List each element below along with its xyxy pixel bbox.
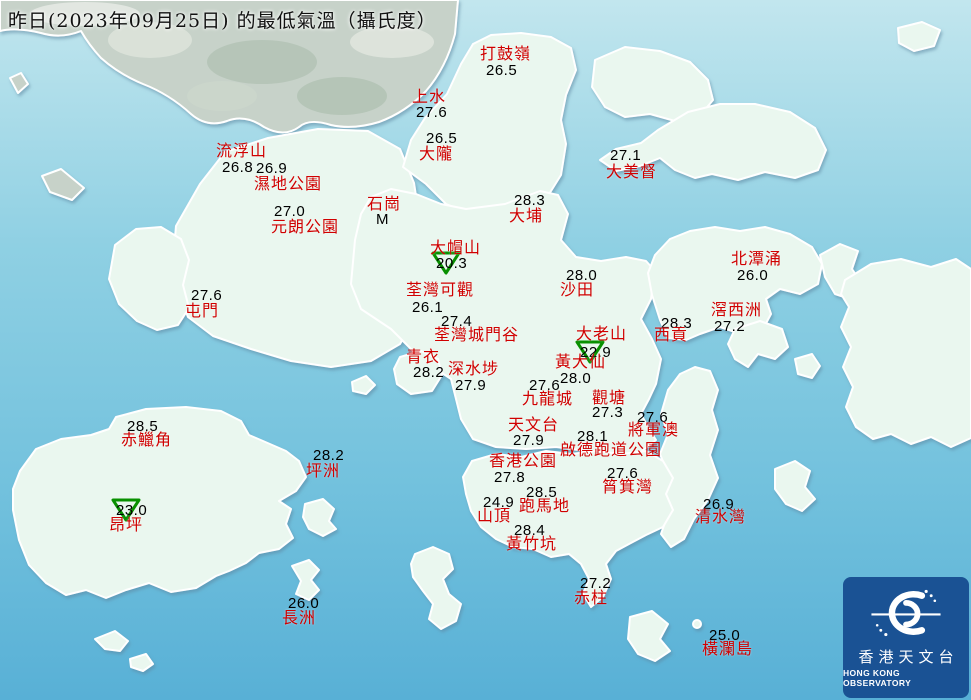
station-name: 將軍澳	[628, 420, 680, 439]
station-value: M	[376, 211, 389, 228]
station-name: 青衣	[406, 347, 441, 366]
station-value: 28.0	[560, 370, 592, 387]
station-value: 26.8	[222, 159, 254, 176]
station-value: 27.3	[592, 404, 624, 421]
station-name: 深水埗	[448, 359, 500, 378]
station-name: 香港公園	[489, 451, 558, 470]
station-name: 觀塘	[592, 388, 627, 407]
station-name: 元朗公園	[271, 217, 340, 236]
station-name: 荃灣城門谷	[434, 325, 520, 344]
station-name: 赤鱲角	[121, 430, 173, 449]
station-name: 天文台	[508, 415, 560, 434]
station-name: 山頂	[477, 506, 512, 525]
station-name: 濕地公園	[254, 174, 323, 193]
station-value: 27.8	[494, 469, 526, 486]
station-value: 27.9	[513, 432, 545, 449]
hko-swirl-icon	[871, 589, 941, 637]
station-value: 27.6	[416, 104, 448, 121]
station-name: 黃竹坑	[506, 534, 558, 553]
station-name: 大老山	[576, 324, 628, 343]
station-name: 坪洲	[306, 461, 341, 480]
station-name: 西貢	[654, 325, 689, 344]
weather-map: 26.5 打鼓嶺 27.6 上水 26.5 大隴 26.8 流浮山 26.9 濕地公園 27.0 元朗…	[0, 0, 971, 700]
station-name: 筲箕灣	[602, 477, 654, 496]
station-name: 啟德跑道公園	[560, 440, 663, 459]
station-value: 26.1	[412, 299, 444, 316]
landmass-mirs-bay-north	[897, 21, 941, 52]
station-name: 沙田	[560, 280, 595, 299]
hong-kong-map	[0, 0, 971, 700]
station-name: 大隴	[419, 144, 454, 163]
island-waglan	[692, 619, 702, 629]
station-name: 清水灣	[695, 507, 747, 526]
station-name: 北潭涌	[731, 249, 783, 268]
station-name: 滘西洲	[711, 300, 763, 319]
station-name: 石崗	[367, 194, 402, 213]
logo-chinese-text: 香港天文台	[858, 648, 959, 666]
station-name: 大帽山	[430, 238, 482, 257]
station-name: 長洲	[282, 608, 317, 627]
station-name: 黃大仙	[555, 352, 607, 371]
landmass-east-coast-2	[840, 258, 971, 448]
station-name: 流浮山	[216, 141, 268, 160]
hko-logo: 香港天文台 HONG KONG OBSERVATORY	[843, 577, 969, 698]
page-title: 昨日(2023年09月25日) 的最低氣溫（攝氏度）	[8, 10, 437, 32]
station-value: 27.2	[714, 318, 746, 335]
station-name: 跑馬地	[519, 496, 571, 515]
logo-english-text: HONG KONG OBSERVATORY	[843, 668, 912, 688]
station-name: 赤柱	[574, 588, 609, 607]
station-value: 26.5	[486, 62, 518, 79]
station-name: 荃灣可觀	[406, 280, 475, 299]
station-name: 昂坪	[109, 515, 144, 534]
station-name: 上水	[412, 87, 447, 106]
station-name: 大埔	[509, 206, 544, 225]
station-name: 屯門	[185, 301, 220, 320]
station-value: 20.3	[436, 255, 468, 272]
station-name: 打鼓嶺	[480, 44, 532, 63]
station-name: 九龍城	[522, 389, 574, 408]
station-value: 26.0	[737, 267, 769, 284]
station-value: 27.9	[455, 377, 487, 394]
station-value: 27.1	[610, 147, 642, 164]
station-name: 大美督	[606, 162, 658, 181]
station-name: 橫瀾島	[702, 639, 754, 658]
station-value: 28.2	[413, 364, 445, 381]
